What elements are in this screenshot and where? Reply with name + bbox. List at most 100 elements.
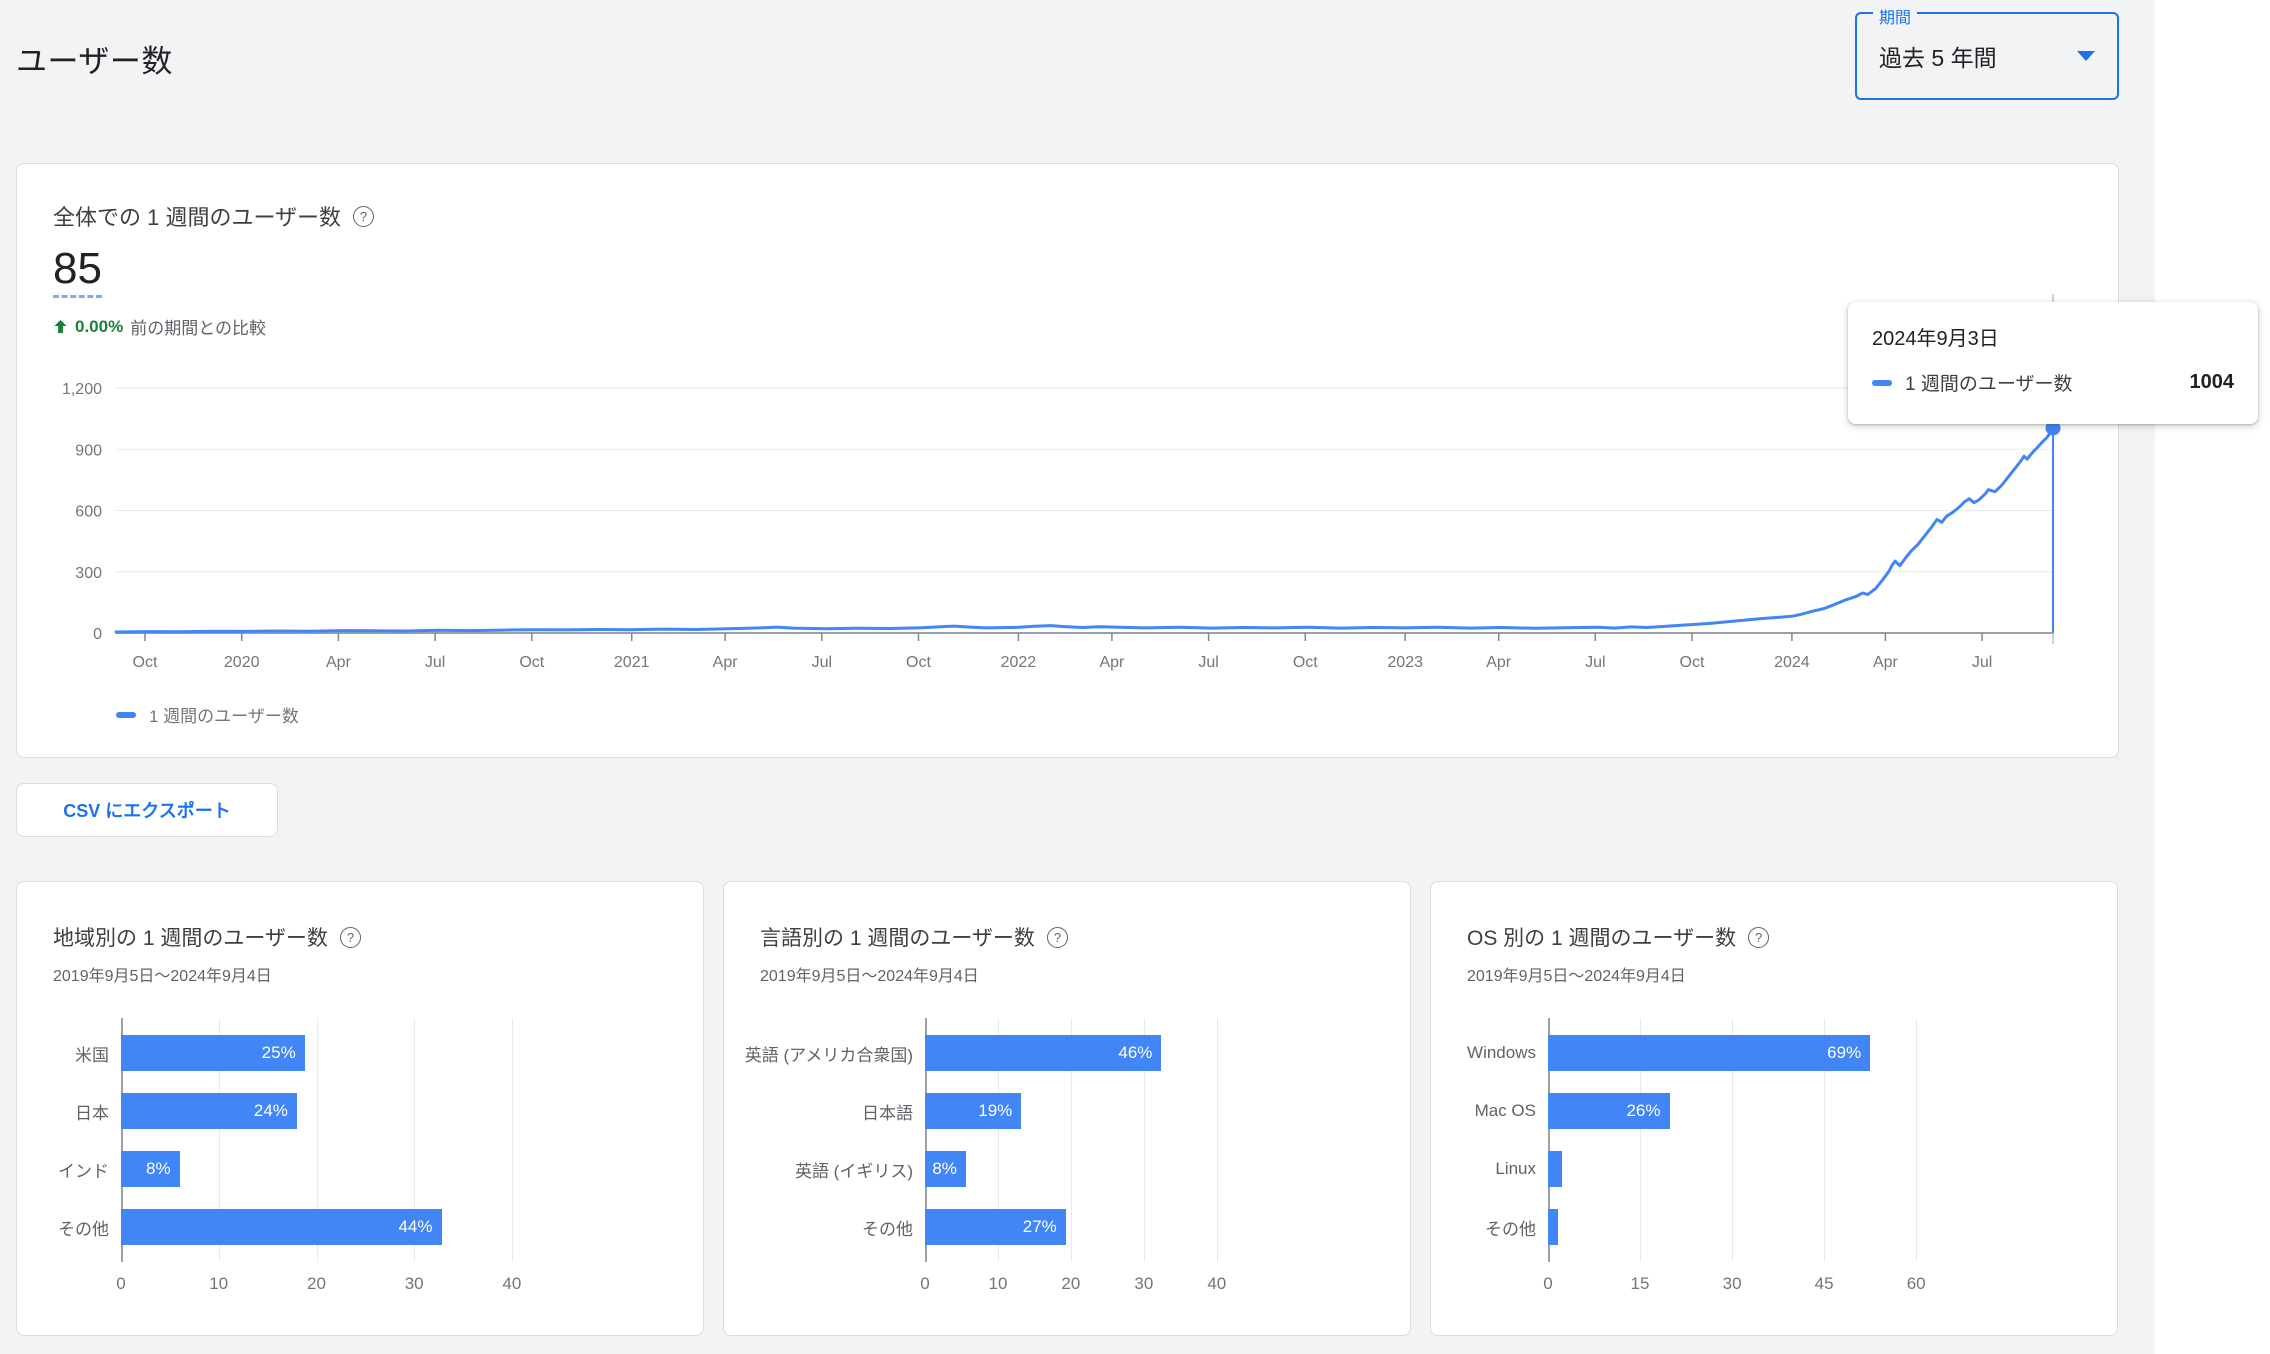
- bar[interactable]: 25%: [121, 1035, 305, 1071]
- bar-value-label: 27%: [1023, 1217, 1066, 1237]
- help-icon[interactable]: ?: [1748, 927, 1769, 948]
- category-label: 米国: [53, 1024, 121, 1082]
- x-axis-label: Jul: [1972, 654, 1992, 671]
- x-axis-label: 15: [1631, 1274, 1650, 1294]
- bar-value-label: 8%: [146, 1159, 180, 1179]
- bar-value-label: 26%: [1626, 1101, 1669, 1121]
- x-axis-label: Apr: [713, 654, 739, 671]
- bar[interactable]: [1548, 1151, 1562, 1187]
- tooltip-series-label: 1 週間のユーザー数: [1905, 369, 2177, 396]
- bar-value-label: 8%: [932, 1159, 966, 1179]
- x-axis-label: 10: [989, 1274, 1008, 1294]
- x-axis-label: 60: [1907, 1274, 1926, 1294]
- bar[interactable]: 69%: [1548, 1035, 1870, 1071]
- bar[interactable]: 46%: [925, 1035, 1161, 1071]
- gridline: [1217, 1018, 1218, 1262]
- category-labels: 米国日本インドその他: [53, 1024, 121, 1256]
- chart-legend: 1 週間のユーザー数: [116, 702, 299, 727]
- bar[interactable]: 27%: [925, 1209, 1066, 1245]
- x-axis-label: 30: [405, 1274, 424, 1294]
- language-card-daterange: 2019年9月5日〜2024年9月4日: [760, 962, 1410, 986]
- users-line-series: [116, 428, 2053, 632]
- x-axis-label: 2023: [1387, 654, 1423, 671]
- category-label: その他: [760, 1198, 925, 1256]
- legend-dash-icon: [116, 712, 136, 718]
- x-axis-label: 45: [1815, 1274, 1834, 1294]
- tooltip-value: 1004: [2190, 371, 2235, 394]
- bar-value-label: 25%: [262, 1043, 305, 1063]
- x-axis-label: 2021: [614, 654, 650, 671]
- category-label: Windows: [1467, 1024, 1548, 1082]
- chart-tooltip: 2024年9月3日 1 週間のユーザー数 1004: [1848, 302, 2258, 424]
- category-label: 日本: [53, 1082, 121, 1140]
- x-axis-label: Jul: [1585, 654, 1605, 671]
- x-axis-label: Apr: [326, 654, 352, 671]
- os-card-title: OS 別の 1 週間のユーザー数: [1467, 922, 1736, 952]
- x-axis-label: Oct: [1293, 654, 1318, 671]
- x-axis-label: 20: [307, 1274, 326, 1294]
- export-csv-button[interactable]: CSV にエクスポート: [16, 783, 278, 837]
- period-select-label: 期間: [1873, 4, 1917, 28]
- category-label: Mac OS: [1467, 1082, 1548, 1140]
- x-axis-label: Jul: [425, 654, 445, 671]
- y-axis-label: 600: [75, 504, 102, 521]
- bar[interactable]: 44%: [121, 1209, 442, 1245]
- bar-plot-area: 01020304025%24%8%44%: [121, 1024, 551, 1256]
- header: ユーザー数 期間 過去 5 年間: [0, 0, 2155, 163]
- x-axis-label: 2022: [1001, 654, 1037, 671]
- region-card-daterange: 2019年9月5日〜2024年9月4日: [53, 962, 703, 986]
- category-label: 日本語: [760, 1082, 925, 1140]
- language-bar-chart: 英語 (アメリカ合衆国)日本語英語 (イギリス)その他01020304046%1…: [760, 1024, 1410, 1256]
- y-axis-label: 300: [75, 565, 102, 582]
- category-labels: WindowsMac OSLinuxその他: [1467, 1024, 1548, 1256]
- x-axis-label: 0: [1543, 1274, 1552, 1294]
- bar[interactable]: 8%: [121, 1151, 180, 1187]
- category-label: インド: [53, 1140, 121, 1198]
- category-label: Linux: [1467, 1140, 1548, 1198]
- breakdown-cards-row: 地域別の 1 週間のユーザー数 ? 2019年9月5日〜2024年9月4日 米国…: [16, 881, 2155, 1336]
- os-card-daterange: 2019年9月5日〜2024年9月4日: [1467, 962, 2117, 986]
- x-axis-label: Jul: [1198, 654, 1218, 671]
- x-axis-label: 0: [116, 1274, 125, 1294]
- x-axis-label: Jul: [812, 654, 832, 671]
- bar[interactable]: 26%: [1548, 1093, 1670, 1129]
- x-axis-label: 40: [502, 1274, 521, 1294]
- help-icon[interactable]: ?: [340, 927, 361, 948]
- x-axis-label: 10: [209, 1274, 228, 1294]
- tooltip-series-dash-icon: [1872, 380, 1892, 386]
- bar-plot-area: 01020304046%19%8%27%: [925, 1024, 1246, 1256]
- x-axis-label: 40: [1207, 1274, 1226, 1294]
- x-axis-label: Apr: [1099, 654, 1125, 671]
- bar[interactable]: 24%: [121, 1093, 297, 1129]
- language-card-title: 言語別の 1 週間のユーザー数: [760, 922, 1035, 952]
- bar[interactable]: 19%: [925, 1093, 1021, 1129]
- x-axis-label: 2020: [224, 654, 260, 671]
- period-select-value: 過去 5 年間: [1879, 39, 1997, 73]
- x-axis-label: 0: [920, 1274, 929, 1294]
- bar[interactable]: 8%: [925, 1151, 966, 1187]
- x-axis-label: Apr: [1486, 654, 1512, 671]
- region-bar-chart: 米国日本インドその他01020304025%24%8%44%: [53, 1024, 703, 1256]
- bar[interactable]: [1548, 1209, 1558, 1245]
- category-label: 英語 (アメリカ合衆国): [760, 1024, 925, 1082]
- weekly-users-card: 全体での 1 週間のユーザー数 ? 85 0.00% 前の期間との比較 0300…: [16, 163, 2119, 758]
- analytics-panel: ユーザー数 期間 過去 5 年間 全体での 1 週間のユーザー数 ? 85 0.…: [0, 0, 2155, 1354]
- language-breakdown-card: 言語別の 1 週間のユーザー数 ? 2019年9月5日〜2024年9月4日 英語…: [723, 881, 1411, 1336]
- y-axis-label: 1,200: [62, 381, 102, 398]
- bar-value-label: 44%: [398, 1217, 441, 1237]
- region-breakdown-card: 地域別の 1 週間のユーザー数 ? 2019年9月5日〜2024年9月4日 米国…: [16, 881, 704, 1336]
- help-icon[interactable]: ?: [1047, 927, 1068, 948]
- y-axis-label: 900: [75, 442, 102, 459]
- gridline: [512, 1018, 513, 1262]
- weekly-users-line-chart[interactable]: 0 300 600 900 1,200 Oct 2020 Apr Jul Oct 2021 Apr Ju…: [17, 164, 2118, 757]
- legend-label: 1 週間のユーザー数: [149, 702, 299, 727]
- y-axis-label: 0: [93, 626, 102, 643]
- bar-plot-area: 01530456069%26%: [1548, 1024, 1953, 1256]
- period-select[interactable]: 期間 過去 5 年間: [1855, 12, 2119, 100]
- page: ユーザー数 期間 過去 5 年間 全体での 1 週間のユーザー数 ? 85 0.…: [0, 0, 2270, 1354]
- x-axis-label: 2024: [1774, 654, 1810, 671]
- region-card-title: 地域別の 1 週間のユーザー数: [53, 922, 328, 952]
- bar-value-label: 24%: [254, 1101, 297, 1121]
- x-axis-label: Oct: [133, 654, 158, 671]
- x-axis-label: Oct: [1680, 654, 1705, 671]
